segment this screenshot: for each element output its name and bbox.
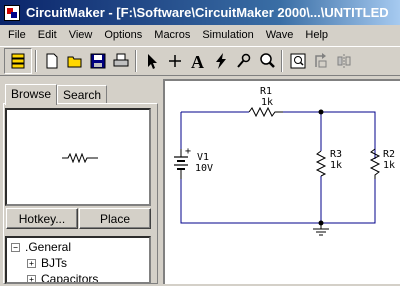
toolbar-separator <box>35 50 37 72</box>
zoom-icon <box>260 53 275 68</box>
print-button[interactable] <box>110 50 132 72</box>
text-tool-button[interactable]: A <box>187 50 209 72</box>
tree-item-label: .General <box>25 240 72 254</box>
save-button[interactable] <box>87 50 109 72</box>
menu-bar: File Edit View Options Macros Simulation… <box>0 25 400 44</box>
ground-symbol[interactable] <box>313 223 329 236</box>
tree-item-label: BJTs <box>41 256 68 270</box>
r1-name: R1 <box>260 86 272 97</box>
zoom-button[interactable] <box>256 50 278 72</box>
open-folder-button[interactable] <box>64 50 86 72</box>
new-file-icon <box>46 53 58 69</box>
toolbar-separator <box>281 50 283 72</box>
circuit-diagram: R1 1k R3 1k R2 1k + V1 10V <box>174 86 395 236</box>
r2-name: R2 <box>383 149 395 160</box>
tree-item-general[interactable]: − .General <box>11 239 71 255</box>
menu-macros[interactable]: Macros <box>148 29 196 41</box>
device-preview <box>5 108 151 206</box>
schematic-canvas[interactable]: R1 1k R3 1k R2 1k + V1 10V <box>163 79 400 284</box>
arrow-pointer-button[interactable] <box>141 50 163 72</box>
menu-file[interactable]: File <box>2 29 32 41</box>
probe-pen-button[interactable] <box>233 50 255 72</box>
probe-lightning-icon <box>216 53 226 69</box>
device-browser-panel: Browse Search Hotkey... Place − .General… <box>0 80 160 284</box>
open-folder-icon <box>67 56 82 68</box>
menu-edit[interactable]: Edit <box>32 29 63 41</box>
rotate-icon <box>315 53 327 68</box>
panel-tabs: Browse Search <box>5 84 108 105</box>
probe-lightning-button[interactable] <box>210 50 232 72</box>
menu-view[interactable]: View <box>63 29 99 41</box>
device-tree: − .General + BJTs + Capacitors <box>5 236 151 284</box>
resistor-r3[interactable] <box>315 150 327 177</box>
svg-text:A: A <box>191 52 204 70</box>
tree-item-bjts[interactable]: + BJTs <box>27 255 67 271</box>
menu-options[interactable]: Options <box>98 29 148 41</box>
zoom-fit-icon <box>290 53 306 69</box>
arrow-pointer-icon <box>148 54 157 69</box>
tab-browse[interactable]: Browse <box>5 84 58 105</box>
new-file-button[interactable] <box>41 50 63 72</box>
toolbar: A <box>0 46 400 76</box>
text-tool-icon: A <box>191 52 204 70</box>
zoom-fit-button[interactable] <box>287 50 309 72</box>
tab-search[interactable]: Search <box>57 85 108 104</box>
r1-value: 1k <box>261 97 273 108</box>
resistor-r1[interactable] <box>248 106 283 118</box>
wire-cross-icon <box>169 55 181 67</box>
mirror-button[interactable] <box>333 50 355 72</box>
v1-polarity: + <box>185 146 191 157</box>
toggle-panel-icon <box>11 53 25 69</box>
junction-dot <box>318 109 324 115</box>
tree-item-label: Capacitors <box>41 272 99 284</box>
resistor-preview-symbol <box>62 153 98 163</box>
rotate-button[interactable] <box>310 50 332 72</box>
print-icon <box>113 53 129 67</box>
place-button[interactable]: Place <box>79 208 151 229</box>
app-icon[interactable] <box>4 4 20 21</box>
window-title: CircuitMaker - [F:\Software\CircuitMaker… <box>26 5 389 20</box>
resistor-r2[interactable] <box>369 148 381 179</box>
probe-pen-icon <box>237 53 251 68</box>
mirror-icon <box>337 54 351 68</box>
v1-name: V1 <box>197 152 209 163</box>
collapse-icon[interactable]: − <box>11 242 20 252</box>
wire-top-right <box>283 111 376 159</box>
toggle-panel-button[interactable] <box>4 48 32 74</box>
save-icon <box>90 53 106 69</box>
r3-name: R3 <box>330 149 342 160</box>
title-bar: CircuitMaker - [F:\Software\CircuitMaker… <box>0 0 400 25</box>
r2-value: 1k <box>383 160 395 171</box>
tree-item-capacitors[interactable]: + Capacitors <box>27 271 99 284</box>
v1-value: 10V <box>195 163 213 174</box>
wire-bottom <box>180 175 376 224</box>
r3-value: 1k <box>330 160 342 171</box>
hotkey-button[interactable]: Hotkey... <box>6 208 78 229</box>
expand-icon[interactable]: + <box>27 274 36 282</box>
wire-cross-button[interactable] <box>164 50 186 72</box>
toolbar-separator <box>135 50 137 72</box>
menu-simulation[interactable]: Simulation <box>196 29 259 41</box>
menu-wave[interactable]: Wave <box>260 29 300 41</box>
expand-icon[interactable]: + <box>27 258 36 268</box>
menu-help[interactable]: Help <box>299 29 334 41</box>
